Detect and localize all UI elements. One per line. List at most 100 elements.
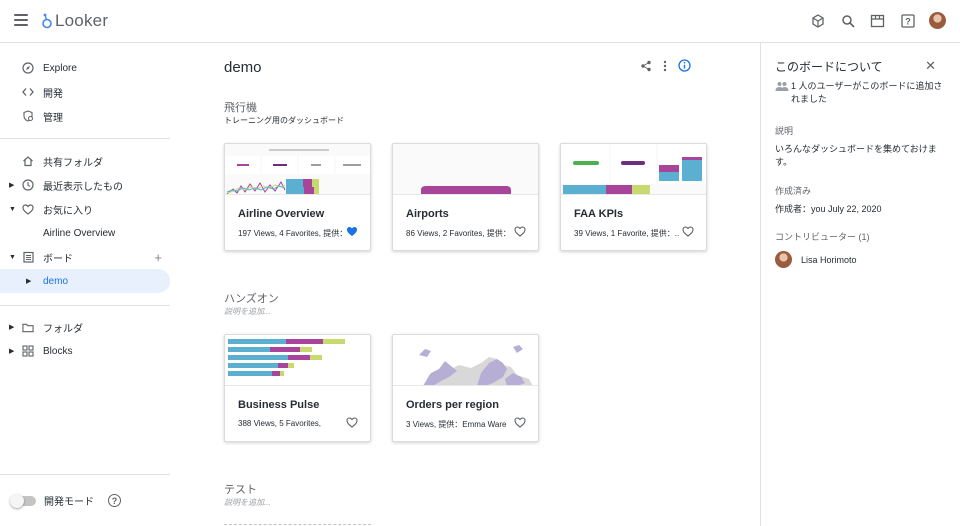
close-icon[interactable]: ✕ (925, 58, 936, 74)
dashboard-meta: 86 Views, 2 Favorites, 提供：... (406, 229, 511, 238)
store-icon[interactable] (869, 12, 886, 29)
empty-board-placeholder (224, 524, 371, 525)
sidebar-divider (0, 474, 170, 475)
compass-icon (22, 62, 34, 74)
sidebar-item-label: お気に入り (43, 205, 93, 217)
dashboard-card-airline-overview[interactable]: Airline Overview 197 Views, 4 Favorites,… (224, 143, 371, 251)
sidebar-item-folders[interactable]: ▶ フォルダ (0, 315, 170, 339)
sidebar-item-label: フォルダ (43, 323, 83, 335)
sidebar-item-demo[interactable]: ▶ demo (0, 269, 170, 293)
sidebar-item-airline-overview[interactable]: Airline Overview (0, 221, 170, 245)
favorite-heart-icon[interactable] (514, 226, 526, 238)
sidebar-item-develop[interactable]: 開発 (0, 80, 170, 104)
info-icon[interactable] (678, 59, 691, 75)
chevron-right-icon[interactable]: ▶ (9, 347, 14, 355)
people-icon (775, 82, 789, 91)
sidebar-item-label: Blocks (43, 345, 73, 357)
looker-mark-icon (42, 13, 52, 29)
main-content: demo 飛行機 トレーニング用のダッシュボード Airline Overvie… (170, 43, 760, 526)
sidebar-item-shared-folders[interactable]: 共有フォルダ (0, 149, 170, 173)
dashboard-thumbnail (225, 144, 370, 195)
dashboard-meta: 388 Views, 5 Favorites, (238, 419, 322, 428)
chevron-right-icon[interactable]: ▶ (26, 277, 31, 285)
dashboard-thumbnail (393, 144, 538, 195)
search-icon[interactable] (839, 12, 856, 29)
section-subtitle: トレーニング用のダッシュボード (224, 116, 344, 125)
app-name: Looker (55, 11, 109, 30)
sidebar-divider (0, 305, 170, 306)
description-text: いろんなダッシュボードを集めておけます。 (775, 144, 937, 167)
add-board-icon[interactable]: + (154, 250, 162, 265)
sidebar-item-label: ボード (43, 253, 73, 265)
section-title: テスト (224, 484, 257, 496)
sidebar-item-admin[interactable]: 管理 (0, 104, 170, 128)
chevron-down-icon[interactable]: ▼ (9, 254, 16, 261)
dashboard-thumbnail (561, 144, 706, 195)
dashboard-name: Airline Overview (238, 208, 325, 220)
board-users-text: 1 人のユーザーがこのボードに追加されました (791, 81, 943, 104)
sidebar: Explore 開発 管理 共有フォルダ ▶ 最近表示したもの ▼ お気に入り … (0, 43, 170, 526)
section-subtitle: 説明を追加... (224, 307, 271, 316)
svg-text:?: ? (905, 16, 911, 26)
home-icon (22, 155, 34, 167)
sidebar-item-label: 最近表示したもの (43, 181, 123, 193)
dashboard-name: Airports (406, 208, 449, 220)
favorite-heart-icon[interactable] (514, 417, 526, 429)
dev-mode-toggle-row: 開発モード ? (10, 493, 121, 508)
chevron-right-icon[interactable]: ▶ (9, 323, 14, 331)
admin-settings-icon (22, 110, 34, 122)
contributor-name: Lisa Horimoto (801, 254, 857, 265)
favorite-heart-icon[interactable] (346, 417, 358, 429)
help-icon[interactable]: ? (899, 12, 916, 29)
description-label: 説明 (775, 126, 794, 136)
sidebar-item-favorites[interactable]: ▼ お気に入り (0, 197, 170, 221)
dashboard-name: Business Pulse (238, 399, 320, 411)
share-icon[interactable] (640, 60, 652, 75)
sidebar-item-blocks[interactable]: ▶ Blocks (0, 339, 170, 363)
sidebar-item-label: Airline Overview (43, 227, 116, 239)
panel-title: このボードについて (775, 60, 883, 74)
more-vert-icon[interactable] (663, 60, 667, 75)
favorite-heart-filled-icon[interactable] (346, 226, 358, 238)
clock-icon (22, 179, 34, 191)
dashboard-meta: 39 Views, 1 Favorite, 提供：... (574, 229, 679, 238)
section-title: 飛行機 (224, 102, 257, 114)
created-value: 作成者：you July 22, 2020 (775, 204, 882, 214)
contributor-avatar (775, 251, 792, 268)
user-avatar[interactable] (929, 12, 946, 29)
dashboard-thumbnail (393, 335, 538, 386)
sidebar-item-boards[interactable]: ▼ ボード + (0, 245, 170, 269)
dashboard-card-business-pulse[interactable]: Business Pulse 388 Views, 5 Favorites, (224, 334, 371, 442)
heart-icon (22, 203, 34, 215)
top-bar: Looker ? (0, 0, 960, 43)
board-info-panel: このボードについて ✕ 1 人のユーザーがこのボードに追加されました 説明 いろ… (760, 43, 960, 526)
dashboard-name: FAA KPIs (574, 208, 624, 220)
dashboard-card-orders-per-region[interactable]: Orders per region 3 Views, 提供：Emma Ware (392, 334, 539, 442)
chevron-down-icon[interactable]: ▼ (9, 206, 16, 213)
favorite-heart-icon[interactable] (682, 226, 694, 238)
help-circle-icon[interactable]: ? (108, 494, 121, 507)
sidebar-item-label: 管理 (43, 112, 63, 124)
sidebar-item-recent[interactable]: ▶ 最近表示したもの (0, 173, 170, 197)
dev-mode-label: 開発モード (44, 497, 94, 508)
contributor-item[interactable]: Lisa Horimoto (775, 251, 857, 268)
blocks-icon (22, 345, 34, 357)
dashboard-card-faa-kpis[interactable]: FAA KPIs 39 Views, 1 Favorite, 提供：... (560, 143, 707, 251)
section-title: ハンズオン (224, 293, 279, 305)
created-label: 作成済み (775, 186, 812, 196)
board-users: 1 人のユーザーがこのボードに追加されました (775, 80, 945, 106)
sidebar-item-label: 開発 (43, 88, 63, 100)
dev-mode-toggle[interactable] (10, 493, 36, 508)
sidebar-item-explore[interactable]: Explore (0, 56, 170, 80)
looker-logo[interactable]: Looker (42, 11, 108, 31)
dashboard-meta: 3 Views, 提供：Emma Ware (406, 420, 507, 429)
marketplace-icon[interactable] (809, 12, 826, 29)
board-icon (22, 251, 34, 263)
chevron-right-icon[interactable]: ▶ (9, 181, 14, 189)
menu-icon[interactable] (14, 14, 28, 26)
sidebar-divider (0, 138, 170, 139)
code-icon (22, 86, 34, 98)
dashboard-card-airports[interactable]: Airports 86 Views, 2 Favorites, 提供：... (392, 143, 539, 251)
sidebar-item-label: demo (43, 275, 69, 287)
section-subtitle: 説明を追加... (224, 498, 271, 507)
